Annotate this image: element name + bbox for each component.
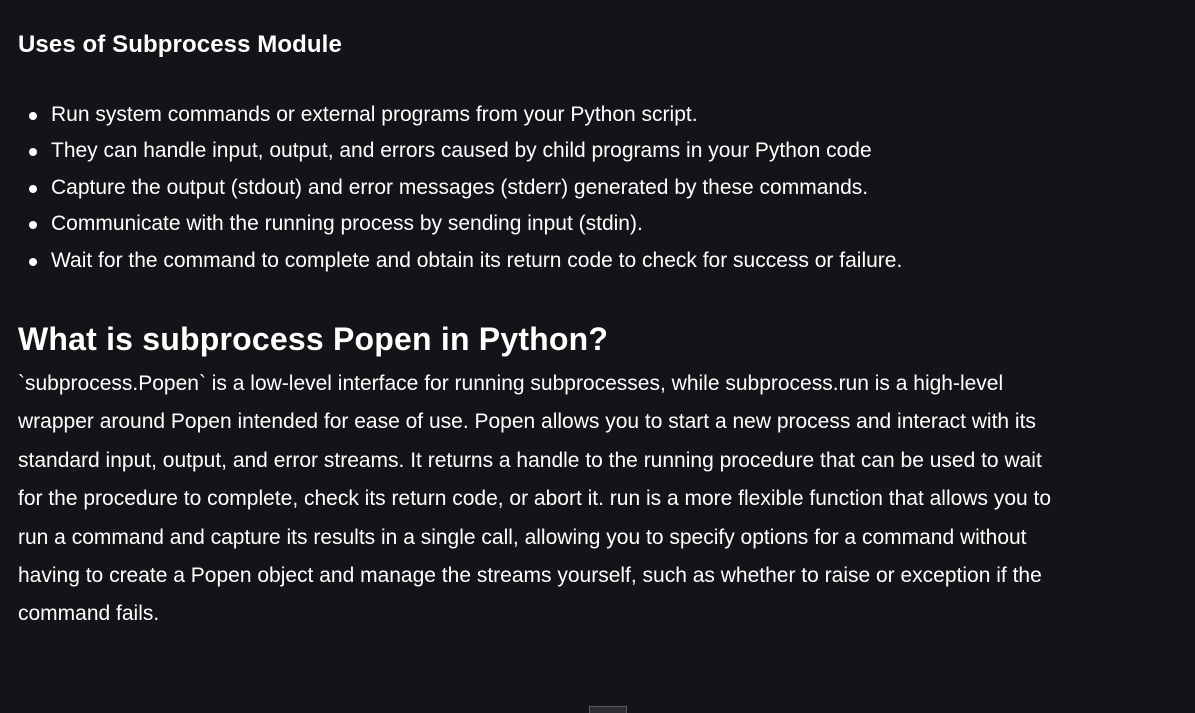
bullet-dot-icon xyxy=(29,221,37,230)
bullet-dot-icon xyxy=(29,148,37,157)
list-item: They can handle input, output, and error… xyxy=(18,133,902,169)
list-item-text: Run system commands or external programs… xyxy=(51,103,698,126)
list-item: Wait for the command to complete and obt… xyxy=(18,243,902,279)
list-item: Run system commands or external programs… xyxy=(18,97,902,133)
list-item: Communicate with the running process by … xyxy=(18,206,902,242)
bullet-dot-icon xyxy=(29,184,37,193)
article-content: Uses of Subprocess Module Run system com… xyxy=(0,0,1195,713)
uses-bullet-list: Run system commands or external programs… xyxy=(18,97,902,279)
popen-paragraph: `subprocess.Popen` is a low-level interf… xyxy=(18,372,1052,626)
section-heading-uses: Uses of Subprocess Module xyxy=(18,31,342,58)
bullet-dot-icon xyxy=(29,257,37,266)
list-item-text: Communicate with the running process by … xyxy=(51,212,643,236)
list-item-text: They can handle input, output, and error… xyxy=(51,139,872,163)
list-item-text: Capture the output (stdout) and error me… xyxy=(51,175,869,199)
bottom-scroll-tab[interactable] xyxy=(589,706,627,713)
list-item-text: Wait for the command to complete and obt… xyxy=(51,248,903,272)
bullet-dot-icon xyxy=(29,112,37,120)
list-item: Capture the output (stdout) and error me… xyxy=(18,170,902,206)
section-heading-popen: What is subprocess Popen in Python? xyxy=(18,321,609,357)
